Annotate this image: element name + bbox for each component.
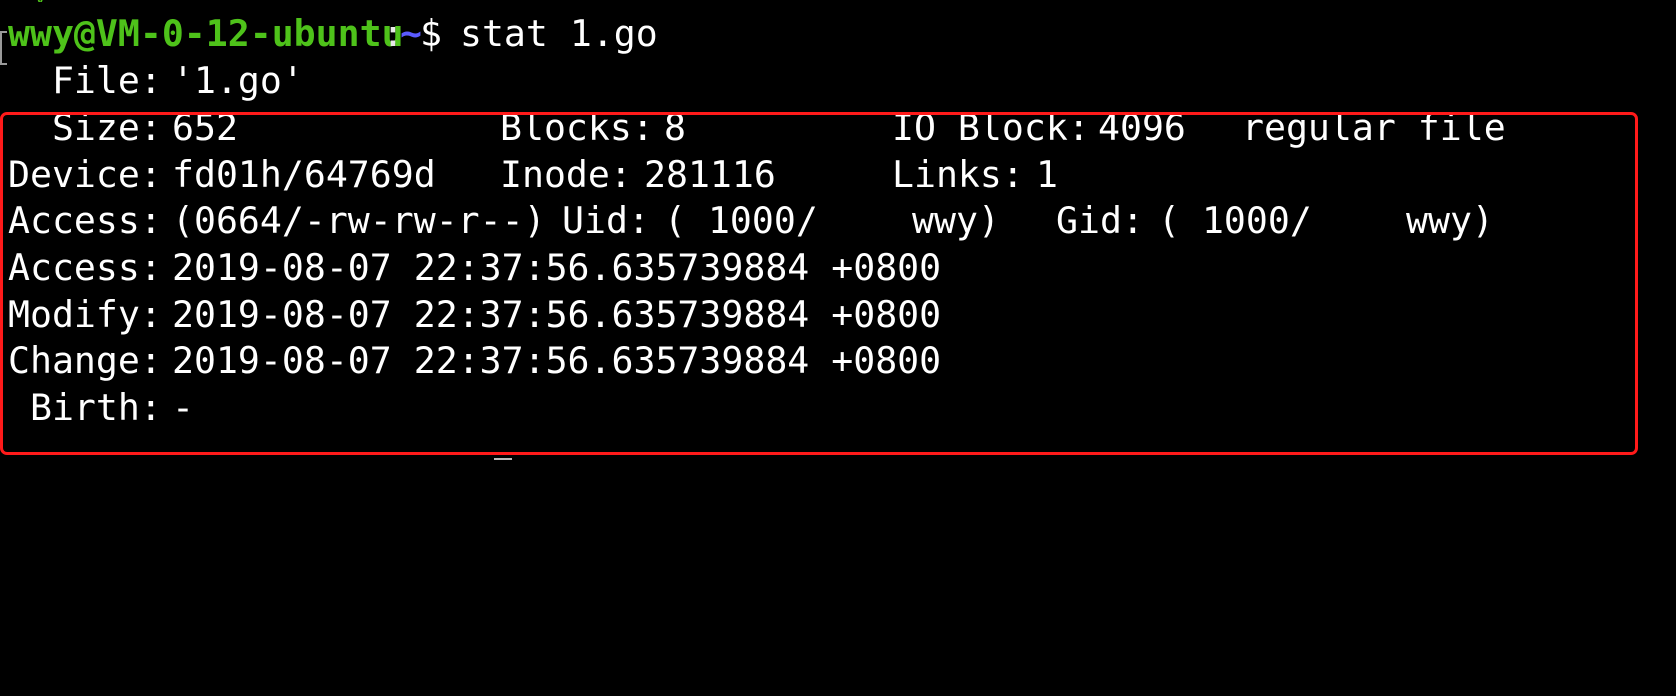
file-value: '1.go' (172, 59, 304, 102)
prompt-path: ~ (400, 12, 422, 55)
previous-line-fragment: y (34, 0, 74, 2)
command-text: stat 1.go (438, 12, 658, 55)
cursor-mark (494, 458, 512, 466)
highlight-box (0, 112, 1638, 455)
file-label: File: (8, 59, 162, 102)
terminal-window[interactable]: y wwy@VM-0-12-ubuntu : ~ $ stat 1.go Fil… (0, 0, 1676, 464)
stat-file-line: File: '1.go' (0, 56, 304, 106)
prompt-user-host: wwy@VM-0-12-ubuntu (8, 12, 404, 55)
prompt-line: wwy@VM-0-12-ubuntu : ~ $ stat 1.go (0, 9, 658, 65)
